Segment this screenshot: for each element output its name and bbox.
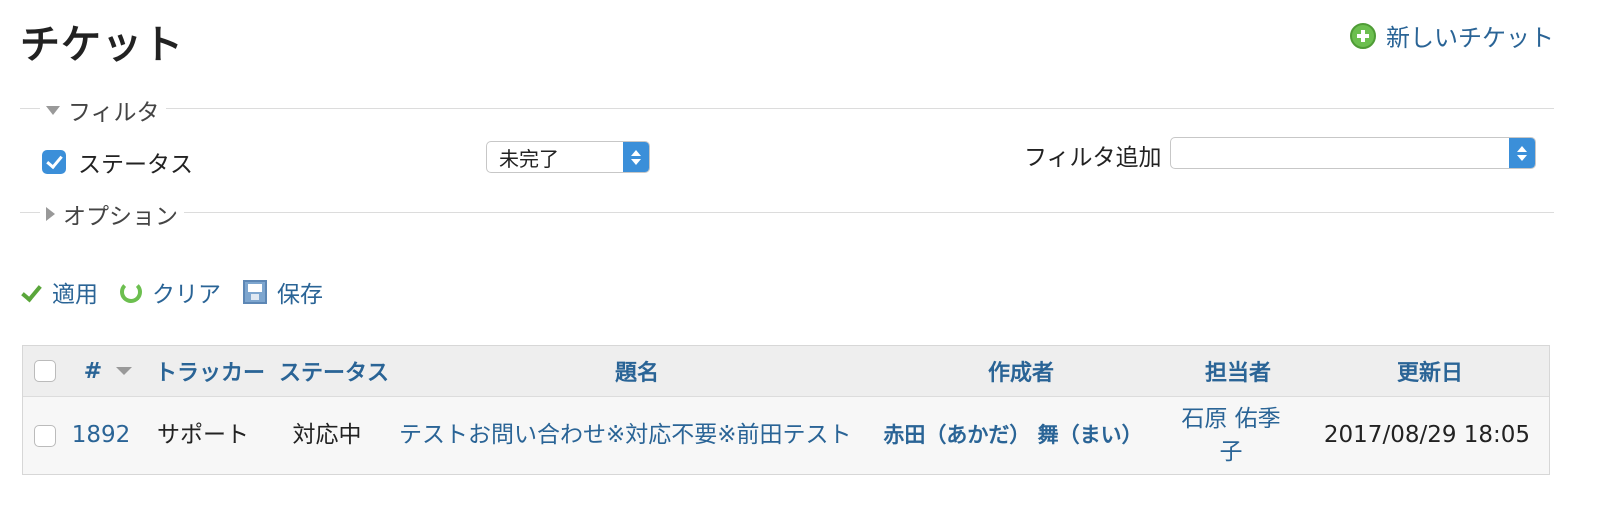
- column-tracker-header[interactable]: トラッカー: [151, 346, 269, 396]
- filter-fieldset-border: [20, 108, 1554, 109]
- table-header-row: # トラッカー ステータス 題名 作成者 担当者 更新日: [23, 346, 1549, 397]
- save-link[interactable]: 保存: [243, 275, 323, 309]
- column-subject-header[interactable]: 題名: [393, 346, 881, 396]
- status-select-value: 未完了: [499, 146, 559, 171]
- issue-assignee-link[interactable]: 石原 佑季子: [1173, 397, 1289, 474]
- issues-table: # トラッカー ステータス 題名 作成者 担当者 更新日 1892 サポート 対…: [22, 345, 1550, 475]
- clear-label: クリア: [152, 282, 221, 308]
- column-status-header[interactable]: ステータス: [275, 346, 393, 396]
- table-row: 1892 サポート 対応中 テストお問い合わせ※対応不要※前田テスト 赤田（あか…: [23, 397, 1549, 474]
- column-author-header[interactable]: 作成者: [881, 346, 1161, 396]
- select-all-checkbox[interactable]: [34, 360, 56, 382]
- status-filter-row: ステータス: [42, 145, 193, 179]
- select-arrow-icon: [623, 142, 649, 172]
- apply-label: 適用: [52, 282, 98, 308]
- add-filter-select[interactable]: [1170, 137, 1536, 169]
- new-ticket-link[interactable]: 新しいチケット: [1350, 18, 1554, 53]
- add-icon: [1350, 22, 1376, 49]
- apply-link[interactable]: 適用: [20, 275, 98, 309]
- options-fieldset-border: [20, 212, 1554, 213]
- new-ticket-label: 新しいチケット: [1386, 24, 1554, 52]
- save-label: 保存: [277, 282, 323, 308]
- filter-legend-toggle[interactable]: フィルタ: [40, 93, 166, 127]
- save-icon: [243, 280, 267, 304]
- options-legend-label: オプション: [63, 204, 178, 230]
- options-legend-toggle[interactable]: オプション: [40, 197, 184, 231]
- checkmark-icon: [20, 281, 42, 303]
- sort-desc-icon: [116, 367, 133, 375]
- filter-legend-label: フィルタ: [68, 100, 160, 126]
- issue-author-link[interactable]: 赤田（あかだ） 舞（まい）: [873, 397, 1153, 474]
- issue-tracker: サポート: [157, 422, 249, 449]
- issue-subject-link[interactable]: テストお問い合わせ※対応不要※前田テスト: [399, 397, 857, 474]
- add-filter-label: フィルタ追加: [1024, 145, 1162, 171]
- status-operator-select[interactable]: 未完了: [486, 141, 650, 173]
- status-filter-label: ステータス: [78, 152, 193, 178]
- column-assignee-header[interactable]: 担当者: [1161, 346, 1315, 396]
- column-updated-header[interactable]: 更新日: [1315, 346, 1545, 396]
- column-id-header[interactable]: #: [78, 346, 138, 396]
- reload-icon: [120, 281, 142, 303]
- row-checkbox[interactable]: [34, 424, 56, 447]
- issue-updated: 2017/08/29 18:05: [1323, 422, 1531, 449]
- column-id-label: #: [83, 358, 103, 384]
- clear-link[interactable]: クリア: [120, 275, 221, 309]
- expand-triangle-icon: [46, 207, 55, 221]
- status-filter-checkbox[interactable]: [42, 150, 66, 174]
- query-actions: 適用 クリア 保存: [20, 275, 345, 309]
- select-arrow-icon: [1509, 138, 1535, 168]
- issue-id-link[interactable]: 1892: [67, 397, 135, 474]
- row-select-cell: [33, 397, 57, 474]
- page-title: チケット: [20, 22, 184, 68]
- issue-status: 対応中: [292, 422, 362, 449]
- collapse-triangle-icon: [46, 105, 60, 115]
- select-all-cell: [33, 346, 57, 396]
